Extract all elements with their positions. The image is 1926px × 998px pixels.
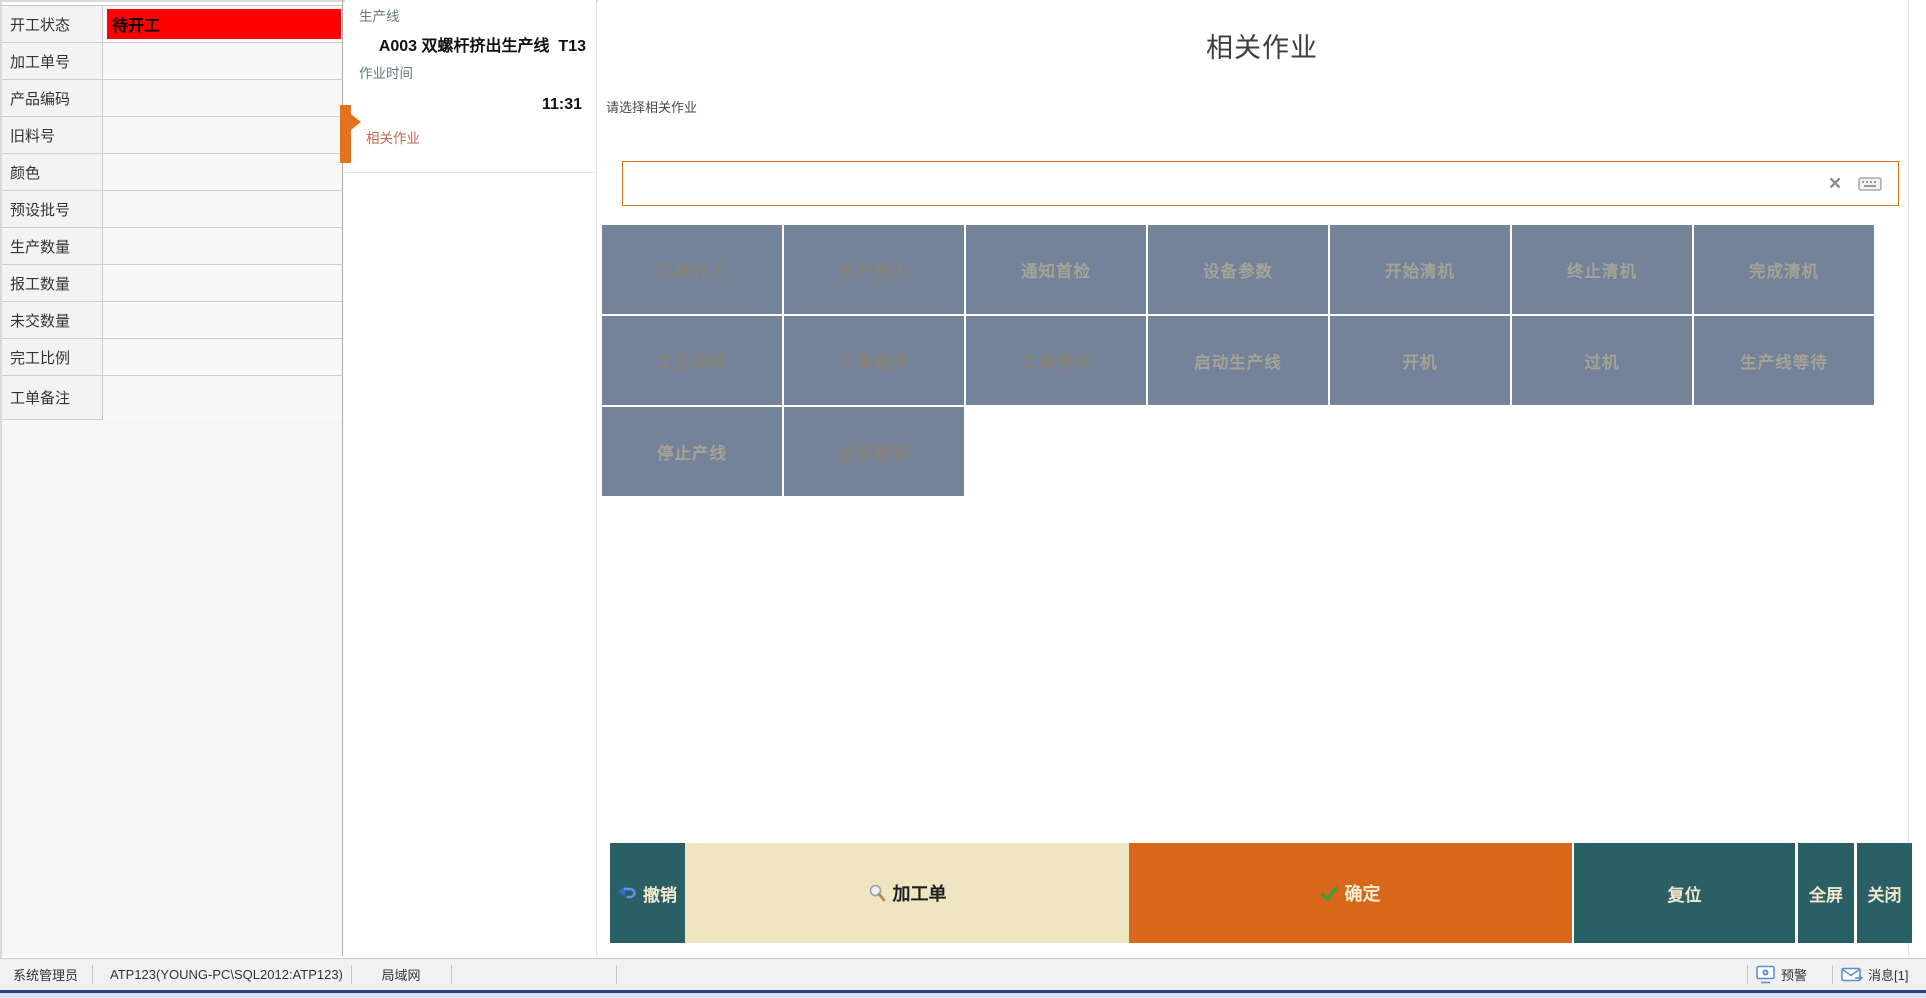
field-value [103,43,342,79]
bottom-strip [0,993,1926,998]
connection-label: ATP123(YOUNG-PC\SQL2012:ATP123) [110,959,343,990]
field-label: 旧料号 [2,117,103,153]
selection-hint: 请选择相关作业 [606,97,697,116]
search-icon [868,884,886,902]
field-label: 未交数量 [2,302,103,338]
action-button[interactable]: 生产报工 [784,225,964,314]
check-icon [1321,886,1338,901]
envelope-icon [1841,967,1863,983]
related-operations-panel: 相关作业 请选择相关作业 × 工单开工 生产报工 通知首检 设备参数 开始清机 … [598,0,1926,956]
field-label: 报工数量 [2,265,103,301]
keyboard-icon[interactable] [1850,176,1898,192]
page-title: 相关作业 [598,26,1926,65]
table-row: 工单备注 [2,376,342,420]
table-row: 生产数量 [2,228,342,265]
action-button[interactable]: 工单暂停 [784,316,964,405]
divider [92,965,93,984]
action-button[interactable]: 工单开工 [602,225,782,314]
field-value [103,80,342,116]
table-row: 加工单号 [2,43,342,80]
action-button[interactable]: 终止清机 [1512,225,1692,314]
table-row: 产品编码 [2,80,342,117]
production-line-panel: 生产线 A003 双螺杆挤出生产线 T13 作业时间 11:31 相关作业 [345,0,597,956]
table-row: 报工数量 [2,265,342,302]
divider [1908,0,1909,956]
process-order-button[interactable]: 加工单 [685,843,1129,943]
production-line-value: A003 双螺杆挤出生产线 T13 [345,32,586,56]
divider [1832,965,1833,984]
close-button[interactable]: 关闭 [1857,843,1912,943]
divider [1747,965,1748,984]
divider [345,172,596,173]
field-value [103,302,342,338]
reset-button[interactable]: 复位 [1574,843,1795,943]
search-input[interactable] [623,162,1820,205]
table-row: 未交数量 [2,302,342,339]
field-value [103,191,342,227]
action-button[interactable]: 设备参数 [1148,225,1328,314]
action-button[interactable]: 出货要求 [784,407,964,496]
field-value [103,376,342,420]
field-value [103,339,342,375]
operation-button-grid: 工单开工 生产报工 通知首检 设备参数 开始清机 终止清机 完成清机 工艺巡检 … [602,225,1874,496]
field-label: 工单备注 [2,376,103,420]
undo-button-label: 撤销 [643,881,677,906]
confirm-button-label: 确定 [1345,880,1381,906]
field-label: 生产数量 [2,228,103,264]
field-label: 预设批号 [2,191,103,227]
action-button[interactable]: 工单完成 [966,316,1146,405]
field-label: 产品编码 [2,80,103,116]
message-button[interactable]: 消息[1] [1841,959,1908,990]
reset-button-label: 复位 [1668,881,1702,906]
field-value [103,228,342,264]
divider [451,965,452,984]
production-line-label: 生产线 [359,5,400,25]
user-label: 系统管理员 [13,959,78,990]
action-button[interactable]: 启动生产线 [1148,316,1328,405]
monitor-gear-icon [1755,965,1776,984]
action-button[interactable]: 工艺巡检 [602,316,782,405]
work-order-info-panel: 开工状态 待开工 加工单号 产品编码 旧料号 颜色 预设批号 生产数量 报工数量… [2,5,342,956]
action-button[interactable]: 过机 [1512,316,1692,405]
action-button[interactable]: 通知首检 [966,225,1146,314]
nav-item-label: 相关作业 [366,127,420,147]
field-label: 完工比例 [2,339,103,375]
selection-marker [340,105,351,163]
action-button[interactable]: 开始清机 [1330,225,1510,314]
table-row: 完工比例 [2,339,342,376]
confirm-button[interactable]: 确定 [1129,843,1572,943]
clear-icon[interactable]: × [1820,173,1850,194]
table-row: 预设批号 [2,191,342,228]
message-label: 消息[1] [1868,965,1908,984]
fullscreen-button-label: 全屏 [1809,881,1843,906]
process-order-button-label: 加工单 [893,880,947,906]
action-button[interactable]: 生产线等待 [1694,316,1874,405]
action-button[interactable]: 开机 [1330,316,1510,405]
network-label: 局域网 [351,959,451,990]
selection-marker-arrow-icon [351,114,361,130]
field-value [103,154,342,190]
undo-button[interactable]: 撤销 [610,843,685,943]
close-button-label: 关闭 [1868,881,1902,906]
table-row: 颜色 [2,154,342,191]
start-status-value: 待开工 [103,6,342,42]
status-bar: 系统管理员 ATP123(YOUNG-PC\SQL2012:ATP123) 局域… [0,958,1926,990]
alert-label: 预警 [1781,965,1807,984]
field-label: 加工单号 [2,43,103,79]
work-time-label: 作业时间 [359,62,413,82]
alert-button[interactable]: 预警 [1755,959,1807,990]
table-row: 旧料号 [2,117,342,154]
field-label: 颜色 [2,154,103,190]
undo-icon [618,886,636,900]
action-button[interactable]: 停止产线 [602,407,782,496]
field-value [103,117,342,153]
nav-item-related-operations[interactable]: 相关作业 [345,105,596,167]
table-row: 开工状态 待开工 [2,6,342,43]
fullscreen-button[interactable]: 全屏 [1798,843,1854,943]
field-value [103,265,342,301]
divider [616,965,617,984]
operation-search-box[interactable]: × [622,161,1899,206]
action-button[interactable]: 完成清机 [1694,225,1874,314]
field-label: 开工状态 [2,6,103,42]
